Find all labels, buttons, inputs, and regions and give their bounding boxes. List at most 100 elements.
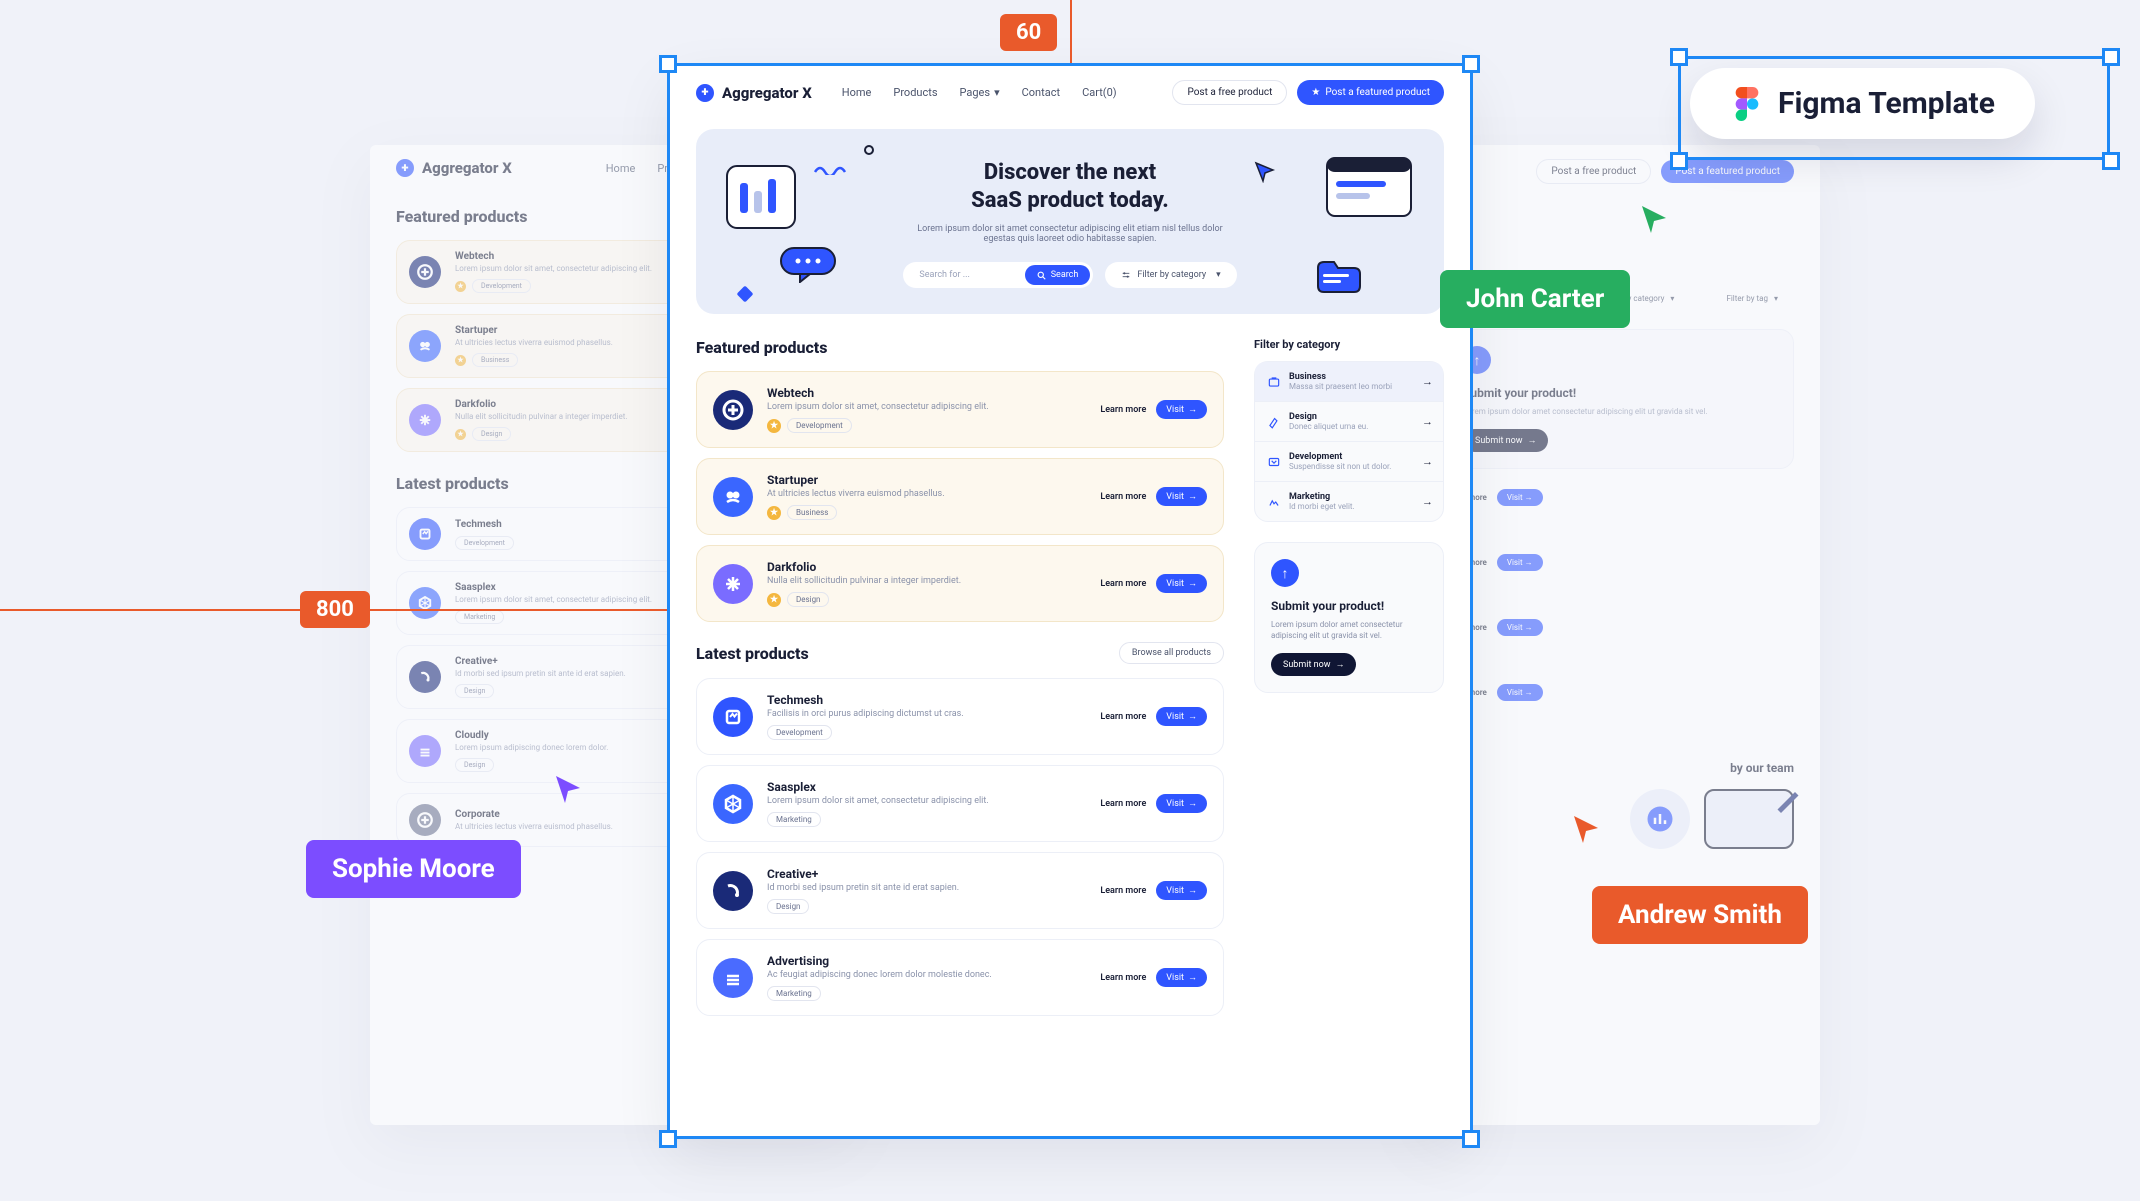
product-icon	[713, 871, 753, 911]
submit-now-button[interactable]: Submit now →	[1271, 653, 1356, 676]
visit-button[interactable]: Visit →	[1156, 794, 1207, 813]
category-row[interactable]: Business Massa sit praesent leo morbi →	[1255, 362, 1443, 402]
selection-handle-bl[interactable]	[659, 1130, 677, 1148]
product-name: Saasplex	[767, 780, 1086, 794]
product-icon	[713, 564, 753, 604]
product-icon	[713, 697, 753, 737]
post-featured-product-button[interactable]: ★Post a featured product	[1297, 80, 1444, 105]
hero-chat-icon	[780, 247, 836, 283]
cursor-sophie-icon	[550, 770, 586, 806]
product-icon	[713, 390, 753, 430]
hero-chart-icon	[726, 165, 796, 229]
product-tag[interactable]: Design	[787, 592, 829, 607]
product-description: Facilisis in orci purus adipiscing dictu…	[767, 709, 1086, 719]
learn-more-link[interactable]: Learn more	[1100, 973, 1146, 983]
arrow-right-icon: →	[1422, 375, 1433, 388]
nav: Home Products Pages ▾ Contact Cart(0)	[842, 86, 1117, 99]
latest-products-heading: Latest products	[696, 644, 809, 663]
visit-button[interactable]: Visit →	[1156, 487, 1207, 506]
selection-handle-pill-tl[interactable]	[1670, 48, 1688, 66]
product-tag[interactable]: Marketing	[767, 812, 821, 827]
category-icon	[1267, 495, 1281, 509]
product-card[interactable]: Techmesh Facilisis in orci purus adipisc…	[696, 678, 1224, 755]
hero-diamond-icon	[736, 285, 754, 303]
nav-pages[interactable]: Pages ▾	[960, 86, 1000, 99]
hero-folder-icon	[1316, 258, 1362, 294]
visit-button[interactable]: Visit →	[1156, 574, 1207, 593]
search-button[interactable]: Search	[1025, 265, 1091, 285]
product-card[interactable]: Webtech Lorem ipsum dolor sit amet, cons…	[696, 371, 1224, 448]
category-sub: Donec aliquet urna eu.	[1289, 422, 1368, 431]
product-card[interactable]: Advertising Ac feugiat adipiscing donec …	[696, 939, 1224, 1016]
product-card[interactable]: Saasplex Lorem ipsum dolor sit amet, con…	[696, 765, 1224, 842]
arrow-right-icon: →	[1188, 404, 1197, 415]
visit-button[interactable]: Visit →	[1156, 881, 1207, 900]
product-tag[interactable]: Design	[767, 899, 809, 914]
browse-all-button[interactable]: Browse all products	[1119, 642, 1224, 664]
product-card[interactable]: Darkfolio Nulla elit sollicitudin pulvin…	[696, 545, 1224, 622]
product-description: At ultricies lectus viverra euismod phas…	[767, 489, 1086, 499]
post-free-product-button[interactable]: Post a free product	[1172, 80, 1287, 105]
product-tag[interactable]: Business	[787, 505, 837, 520]
dimension-badge-top: 60	[1000, 14, 1057, 51]
product-description: Ac feugiat adipiscing donec lorem dolor …	[767, 970, 1086, 980]
visit-button[interactable]: Visit →	[1156, 400, 1207, 419]
category-row[interactable]: Development Suspendisse sit non ut dolor…	[1255, 442, 1443, 482]
star-icon: ★	[1311, 87, 1320, 98]
product-tag[interactable]: Marketing	[767, 986, 821, 1001]
arrow-right-icon: →	[1188, 972, 1197, 983]
selection-handle-tl[interactable]	[659, 55, 677, 73]
main-frame: +Aggregator X Home Products Pages ▾ Cont…	[670, 66, 1470, 1136]
product-card[interactable]: Creative+ Id morbi sed ipsum pretin sit …	[696, 852, 1224, 929]
selection-handle-pill-bl[interactable]	[1670, 152, 1688, 170]
product-name: Techmesh	[767, 693, 1086, 707]
figma-template-pill[interactable]: Figma Template	[1690, 68, 2035, 139]
cursor-john-icon	[1636, 200, 1672, 236]
category-icon	[1267, 375, 1281, 389]
category-row[interactable]: Design Donec aliquet urna eu. →	[1255, 402, 1443, 442]
product-name: Webtech	[767, 386, 1086, 400]
brand[interactable]: +Aggregator X	[696, 84, 812, 102]
learn-more-link[interactable]: Learn more	[1100, 405, 1146, 415]
arrow-right-icon: →	[1422, 495, 1433, 508]
category-sub: Id morbi eget velit.	[1289, 502, 1355, 511]
arrow-right-icon: →	[1335, 659, 1344, 670]
category-name: Development	[1289, 452, 1391, 462]
selection-handle-pill-tr[interactable]	[2102, 48, 2120, 66]
star-badge-icon: ★	[767, 419, 781, 433]
product-description: Nulla elit sollicitudin pulvinar a integ…	[767, 576, 1086, 586]
learn-more-link[interactable]: Learn more	[1100, 492, 1146, 502]
learn-more-link[interactable]: Learn more	[1100, 579, 1146, 589]
filter-category-pill[interactable]: Filter by category ▾	[1105, 262, 1236, 288]
nav-cart[interactable]: Cart(0)	[1082, 86, 1117, 99]
arrow-right-icon: →	[1188, 711, 1197, 722]
chevron-down-icon: ▾	[994, 86, 1000, 99]
star-badge-icon: ★	[767, 593, 781, 607]
nav-home[interactable]: Home	[842, 86, 872, 99]
product-icon	[713, 958, 753, 998]
category-name: Business	[1289, 372, 1392, 382]
learn-more-link[interactable]: Learn more	[1100, 799, 1146, 809]
category-list: Business Massa sit praesent leo morbi → …	[1254, 361, 1444, 522]
featured-products-heading: Featured products	[696, 338, 1224, 357]
learn-more-link[interactable]: Learn more	[1100, 712, 1146, 722]
product-tag[interactable]: Development	[767, 725, 832, 740]
arrow-right-icon: →	[1422, 415, 1433, 428]
submit-title: Submit your product!	[1271, 599, 1427, 613]
selection-handle-pill-br[interactable]	[2102, 152, 2120, 170]
category-row[interactable]: Marketing Id morbi eget velit. →	[1255, 482, 1443, 521]
dimension-line-top	[1070, 0, 1072, 63]
nav-products[interactable]: Products	[893, 86, 937, 99]
brand-plus-icon: +	[696, 84, 714, 102]
selection-handle-br[interactable]	[1462, 1130, 1480, 1148]
product-tag[interactable]: Development	[787, 418, 852, 433]
visit-button[interactable]: Visit →	[1156, 707, 1207, 726]
selection-handle-tr[interactable]	[1462, 55, 1480, 73]
cursor-andrew-icon	[1568, 810, 1604, 846]
product-card[interactable]: Startuper At ultricies lectus viverra eu…	[696, 458, 1224, 535]
product-description: Lorem ipsum dolor sit amet, consectetur …	[767, 796, 1086, 806]
visit-button[interactable]: Visit →	[1156, 968, 1207, 987]
search-input[interactable]: Search for ... Search	[903, 262, 1093, 288]
nav-contact[interactable]: Contact	[1022, 86, 1060, 99]
learn-more-link[interactable]: Learn more	[1100, 886, 1146, 896]
